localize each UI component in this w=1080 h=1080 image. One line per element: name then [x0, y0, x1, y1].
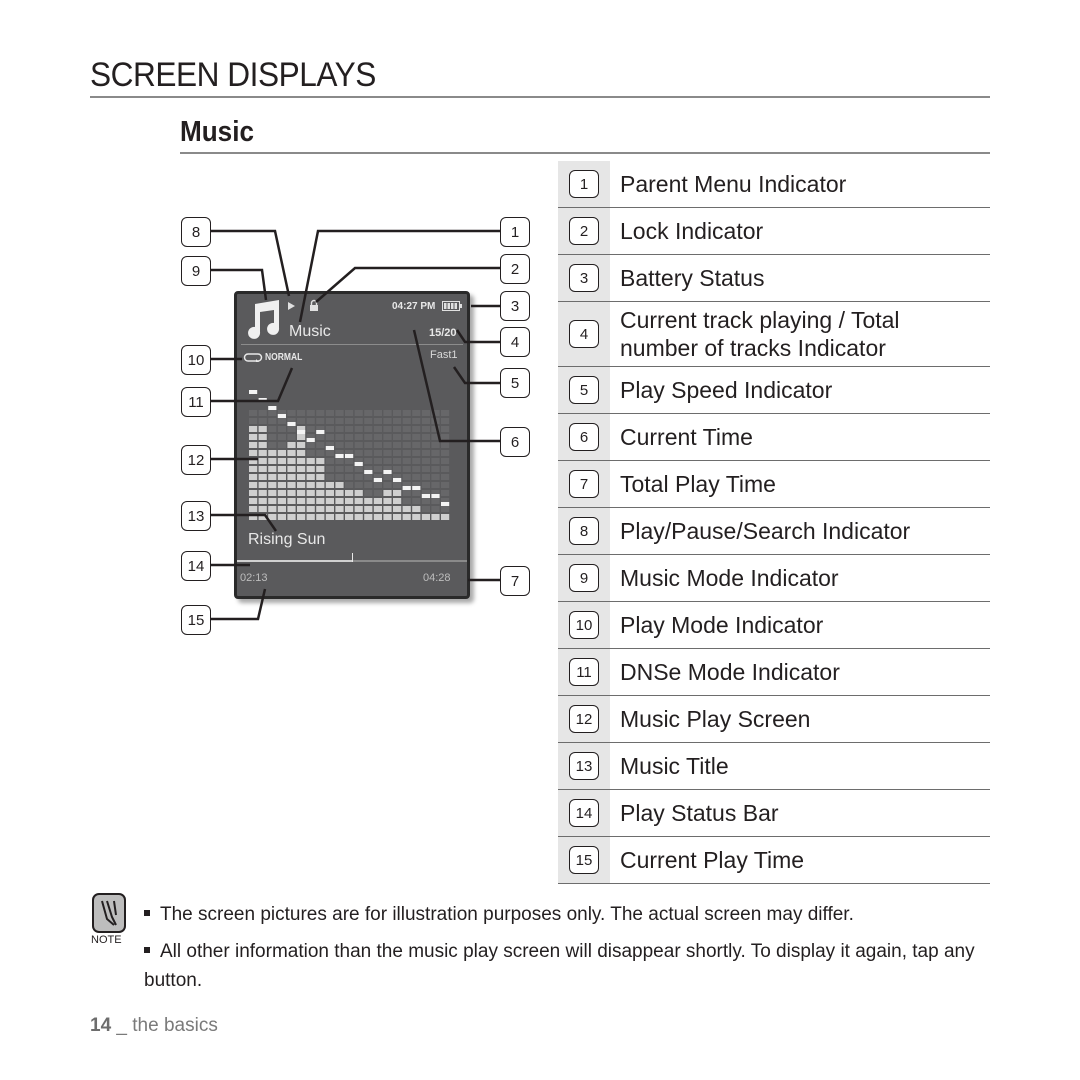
legend-label: Play Speed Indicator [620, 377, 833, 403]
legend-label: Parent Menu Indicator [620, 171, 847, 197]
callout-14: 14 [181, 551, 211, 581]
footer-separator: _ [116, 1015, 127, 1036]
legend-row: 4 Current track playing / Total number of… [558, 302, 990, 367]
legend-number-cell: 8 [558, 508, 610, 554]
note-pencil-icon [92, 893, 126, 933]
legend-label: Lock Indicator [620, 218, 764, 244]
legend-number-badge: 4 [569, 320, 599, 348]
legend-label: Current Time [620, 424, 753, 450]
legend-number-badge: 8 [569, 517, 599, 545]
legend-number-cell: 7 [558, 461, 610, 507]
legend-number-badge: 1 [569, 170, 599, 198]
callout-12: 12 [181, 445, 211, 475]
footer-section: the basics [132, 1015, 218, 1036]
callout-13: 13 [181, 501, 211, 531]
legend-number-cell: 12 [558, 696, 610, 742]
legend-number-cell: 6 [558, 414, 610, 460]
legend-row: 10 Play Mode Indicator [558, 602, 990, 649]
legend-row: 12 Music Play Screen [558, 696, 990, 743]
legend-label: Current Play Time [620, 847, 805, 873]
note-item: The screen pictures are for illustration… [144, 900, 984, 929]
legend-row: 9 Music Mode Indicator [558, 555, 990, 602]
legend-number-badge: 5 [569, 376, 599, 404]
legend-number-badge: 2 [569, 217, 599, 245]
callout-3: 3 [500, 291, 530, 321]
callout-2: 2 [500, 254, 530, 284]
legend-number-cell: 14 [558, 790, 610, 836]
legend-row: 5 Play Speed Indicator [558, 367, 990, 414]
legend-number-badge: 13 [569, 752, 599, 780]
legend-label: Play Mode Indicator [620, 612, 824, 638]
legend-row: 14 Play Status Bar [558, 790, 990, 837]
legend-label: Play/Pause/Search Indicator [620, 518, 911, 544]
legend-label: Music Mode Indicator [620, 565, 839, 591]
legend-number-cell: 9 [558, 555, 610, 601]
legend-row: 15 Current Play Time [558, 837, 990, 884]
legend-number-cell: 3 [558, 255, 610, 301]
legend-label: DNSe Mode Indicator [620, 659, 840, 685]
legend-number-cell: 10 [558, 602, 610, 648]
callout-9: 9 [181, 256, 211, 286]
legend-label: Play Status Bar [620, 800, 779, 826]
callout-10: 10 [181, 345, 211, 375]
note-label: NOTE [91, 934, 122, 946]
callout-11: 11 [181, 387, 211, 417]
page-number: 14 [90, 1015, 112, 1036]
legend-number-cell: 1 [558, 161, 610, 207]
legend-number-cell: 13 [558, 743, 610, 789]
legend-number-badge: 7 [569, 470, 599, 498]
legend-number-badge: 11 [569, 658, 599, 686]
legend-row: 3 Battery Status [558, 255, 990, 302]
callout-6: 6 [500, 427, 530, 457]
legend-number-badge: 3 [569, 264, 599, 292]
legend-number-badge: 12 [569, 705, 599, 733]
legend-row: 7 Total Play Time [558, 461, 990, 508]
legend-label: Current track playing / Total number of … [620, 307, 900, 361]
legend-number-badge: 10 [569, 611, 599, 639]
callout-15: 15 [181, 605, 211, 635]
page-footer: 14 _ the basics [90, 1015, 218, 1037]
legend-number-cell: 11 [558, 649, 610, 695]
legend-row: 13 Music Title [558, 743, 990, 790]
legend-label: Music Play Screen [620, 706, 811, 732]
legend-number-badge: 9 [569, 564, 599, 592]
callout-4: 4 [500, 327, 530, 357]
legend-row: 6 Current Time [558, 414, 990, 461]
legend-number-badge: 15 [569, 846, 599, 874]
legend-table: 1 Parent Menu Indicator 2 Lock Indicator 3 Ba… [558, 161, 990, 884]
legend-row: 2 Lock Indicator [558, 208, 990, 255]
callout-7: 7 [500, 566, 530, 596]
legend-label: Total Play Time [620, 471, 776, 497]
legend-number-cell: 15 [558, 837, 610, 883]
legend-number-cell: 5 [558, 367, 610, 413]
legend-row: 1 Parent Menu Indicator [558, 161, 990, 208]
legend-label: Music Title [620, 753, 729, 779]
legend-row: 11 DNSe Mode Indicator [558, 649, 990, 696]
callout-1: 1 [500, 217, 530, 247]
callout-8: 8 [181, 217, 211, 247]
note-item: All other information than the music pla… [144, 941, 975, 991]
legend-number-badge: 6 [569, 423, 599, 451]
legend-number-cell: 2 [558, 208, 610, 254]
legend-number-cell: 4 [558, 302, 610, 366]
legend-number-badge: 14 [569, 799, 599, 827]
callout-5: 5 [500, 368, 530, 398]
legend-label: Battery Status [620, 265, 765, 291]
legend-row: 8 Play/Pause/Search Indicator [558, 508, 990, 555]
